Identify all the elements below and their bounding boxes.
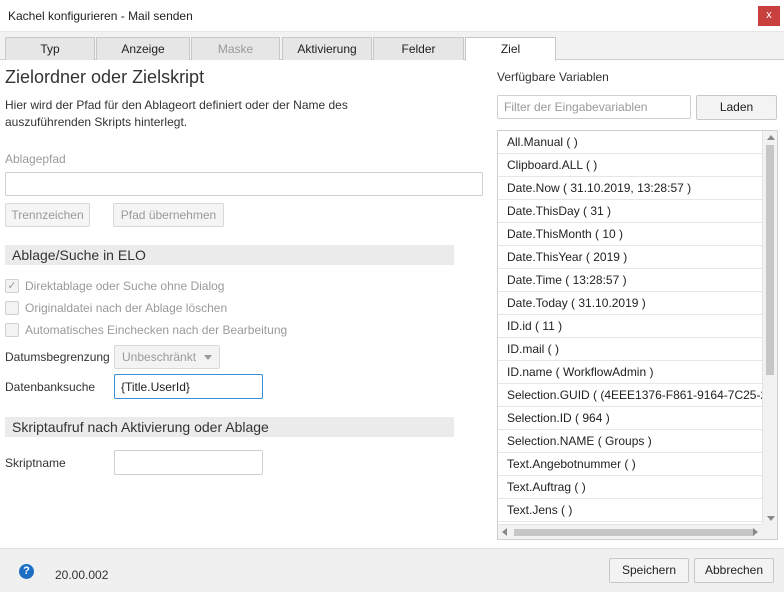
cancel-button[interactable]: Abbrechen — [694, 558, 774, 583]
check-icon: ✓ — [5, 279, 19, 293]
list-item[interactable]: ID.name ( WorkflowAdmin ) — [498, 361, 762, 384]
scrollbar-thumb[interactable] — [514, 529, 754, 536]
scroll-up-icon[interactable] — [767, 135, 775, 140]
datumsbegrenzung-label: Datumsbegrenzung — [5, 350, 110, 364]
scrollbar-thumb[interactable] — [766, 145, 774, 375]
list-item[interactable]: ID.mail ( ) — [498, 338, 762, 361]
list-item[interactable]: Date.ThisYear ( 2019 ) — [498, 246, 762, 269]
page-title: Zielordner oder Zielskript — [5, 67, 205, 87]
datumsbegrenzung-select[interactable]: Unbeschränkt — [114, 345, 220, 369]
version-label: 20.00.002 — [55, 568, 109, 582]
load-button[interactable]: Laden — [696, 95, 777, 120]
skriptname-label: Skriptname — [5, 456, 66, 470]
list-item[interactable]: All.Manual ( ) — [498, 131, 762, 154]
list-item[interactable]: Selection.NAME ( Groups ) — [498, 430, 762, 453]
datenbanksuche-input[interactable] — [114, 374, 263, 399]
horizontal-scrollbar[interactable] — [498, 524, 762, 539]
list-item[interactable]: Date.Now ( 31.10.2019, 13:28:57 ) — [498, 177, 762, 200]
list-item[interactable]: Text.Auftrag ( ) — [498, 476, 762, 499]
tab-bar: Typ Anzeige Maske Aktivierung Felder Zie… — [0, 32, 784, 61]
scroll-right-icon[interactable] — [753, 528, 758, 536]
footer: ? 20.00.002 Speichern Abbrechen — [0, 548, 784, 592]
vertical-scrollbar[interactable] — [762, 131, 777, 525]
skriptname-input[interactable] — [114, 450, 263, 475]
close-button[interactable]: x — [758, 6, 780, 26]
list-item[interactable]: Selection.ID ( 964 ) — [498, 407, 762, 430]
tab-felder[interactable]: Felder — [373, 37, 464, 60]
help-icon[interactable]: ? — [19, 564, 34, 579]
section-script: Skriptaufruf nach Aktivierung oder Ablag… — [5, 417, 454, 437]
list-item[interactable]: Date.Time ( 13:28:57 ) — [498, 269, 762, 292]
list-item[interactable]: Date.Today ( 31.10.2019 ) — [498, 292, 762, 315]
list-item[interactable]: Date.ThisDay ( 31 ) — [498, 200, 762, 223]
save-button[interactable]: Speichern — [609, 558, 689, 583]
ablagepfad-input[interactable] — [5, 172, 483, 196]
scroll-left-icon[interactable] — [502, 528, 507, 536]
variables-filter-input[interactable] — [497, 95, 691, 119]
section-elo: Ablage/Suche in ELO — [5, 245, 454, 265]
ablagepfad-label: Ablagepfad — [5, 152, 66, 166]
datumsbegrenzung-value: Unbeschränkt — [122, 350, 197, 364]
trennzeichen-button[interactable]: Trennzeichen — [5, 203, 90, 227]
checkbox-label: Direktablage oder Suche ohne Dialog — [25, 279, 225, 293]
variables-list: All.Manual ( ) Clipboard.ALL ( ) Date.No… — [497, 130, 778, 540]
list-item[interactable]: Selection.GUID ( (4EEE1376-F861-9164-7C2… — [498, 384, 762, 407]
title-bar: Kachel konfigurieren - Mail senden x — [0, 0, 784, 32]
scroll-down-icon[interactable] — [767, 516, 775, 521]
checkbox-label: Automatisches Einchecken nach der Bearbe… — [25, 323, 288, 337]
list-item[interactable]: Text.Jens ( ) — [498, 499, 762, 522]
variables-title: Verfügbare Variablen — [497, 70, 609, 84]
chevron-down-icon — [204, 355, 212, 360]
checkbox-label: Originaldatei nach der Ablage löschen — [25, 301, 228, 315]
pfad-uebernehmen-button[interactable]: Pfad übernehmen — [113, 203, 224, 227]
datenbanksuche-label: Datenbanksuche — [5, 380, 96, 394]
scrollbar-corner — [762, 524, 777, 539]
window-title: Kachel konfigurieren - Mail senden — [8, 9, 193, 23]
tab-aktivierung[interactable]: Aktivierung — [282, 37, 372, 60]
list-item[interactable]: Text.Angebotnummer ( ) — [498, 453, 762, 476]
tab-typ[interactable]: Typ — [5, 37, 95, 60]
tab-anzeige[interactable]: Anzeige — [96, 37, 190, 60]
list-item[interactable]: Clipboard.ALL ( ) — [498, 154, 762, 177]
checkbox-box — [5, 323, 19, 337]
tab-ziel[interactable]: Ziel — [465, 37, 556, 61]
list-item[interactable]: ID.id ( 11 ) — [498, 315, 762, 338]
list-item[interactable]: Date.ThisMonth ( 10 ) — [498, 223, 762, 246]
checkbox-box — [5, 301, 19, 315]
page-description: Hier wird der Pfad für den Ablageort def… — [5, 98, 348, 129]
tab-maske: Maske — [191, 37, 280, 60]
